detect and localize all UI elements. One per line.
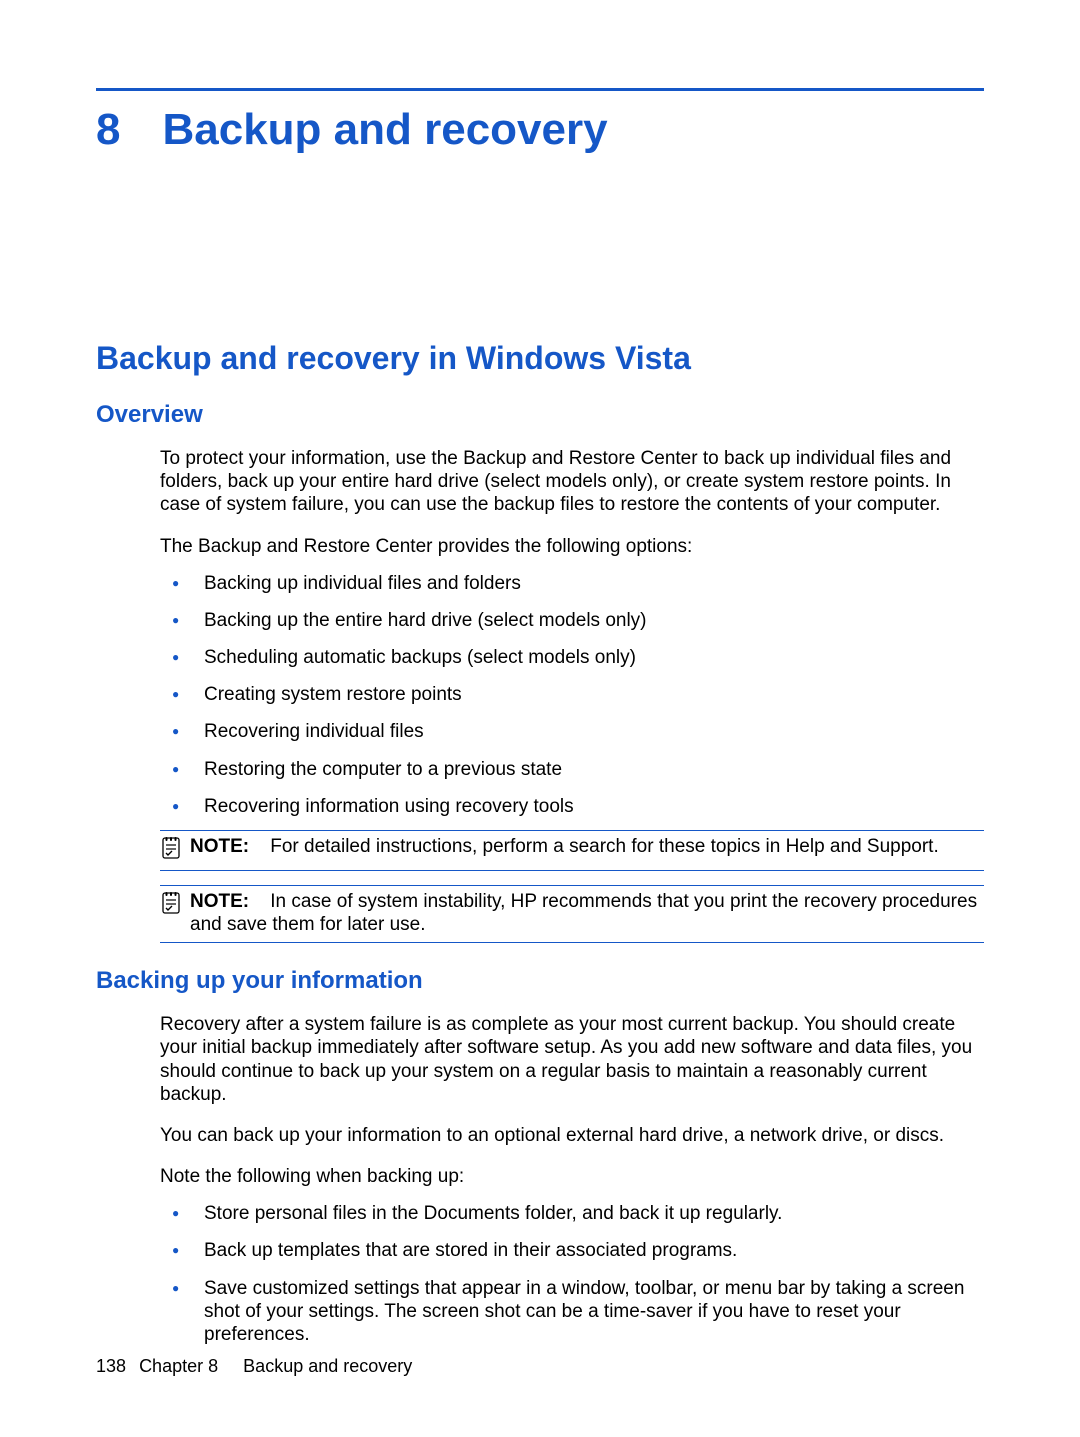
note-callout: NOTE: In case of system instability, HP … — [160, 885, 984, 943]
list-item: Backing up individual files and folders — [160, 572, 984, 595]
note-icon — [160, 837, 182, 864]
page-footer: 138 Chapter 8 Backup and recovery — [96, 1356, 412, 1377]
list-item: Creating system restore points — [160, 683, 984, 706]
overview-para-1: To protect your information, use the Bac… — [160, 447, 984, 517]
list-item: Save customized settings that appear in … — [160, 1277, 984, 1347]
overview-bullet-list: Backing up individual files and folders … — [160, 572, 984, 818]
backing-up-body: Recovery after a system failure is as co… — [160, 1013, 984, 1346]
backing-up-para-3: Note the following when backing up: — [160, 1165, 984, 1188]
list-item: Recovering individual files — [160, 720, 984, 743]
note-body: For detailed instructions, perform a sea… — [270, 836, 939, 857]
chapter-number: 8 — [96, 105, 120, 155]
note-icon — [160, 892, 182, 919]
list-item: Restoring the computer to a previous sta… — [160, 758, 984, 781]
backing-up-heading: Backing up your information — [96, 967, 984, 995]
backing-up-para-2: You can back up your information to an o… — [160, 1124, 984, 1147]
section-title: Backup and recovery in Windows Vista — [96, 340, 984, 377]
footer-chapter-title: Backup and recovery — [243, 1356, 412, 1376]
chapter-title: Backup and recovery — [162, 105, 607, 155]
chapter-heading: 8 Backup and recovery — [96, 105, 984, 155]
list-item: Back up templates that are stored in the… — [160, 1239, 984, 1262]
note-text: NOTE: In case of system instability, HP … — [190, 890, 984, 936]
note-body: In case of system instability, HP recomm… — [190, 891, 977, 935]
backing-up-bullet-list: Store personal files in the Documents fo… — [160, 1202, 984, 1346]
note-label: NOTE: — [190, 891, 249, 912]
overview-para-2: The Backup and Restore Center provides t… — [160, 535, 984, 558]
note-callout: NOTE: For detailed instructions, perform… — [160, 830, 984, 871]
page-number: 138 — [96, 1356, 126, 1377]
list-item: Scheduling automatic backups (select mod… — [160, 646, 984, 669]
overview-body: To protect your information, use the Bac… — [160, 447, 984, 943]
backing-up-para-1: Recovery after a system failure is as co… — [160, 1013, 984, 1106]
overview-heading: Overview — [96, 401, 984, 429]
chapter-rule — [96, 88, 984, 91]
page: 8 Backup and recovery Backup and recover… — [0, 0, 1080, 1437]
list-item: Recovering information using recovery to… — [160, 795, 984, 818]
note-label: NOTE: — [190, 836, 249, 857]
list-item: Backing up the entire hard drive (select… — [160, 609, 984, 632]
note-text: NOTE: For detailed instructions, perform… — [190, 835, 939, 858]
footer-chapter-label: Chapter 8 — [139, 1356, 218, 1376]
list-item: Store personal files in the Documents fo… — [160, 1202, 984, 1225]
